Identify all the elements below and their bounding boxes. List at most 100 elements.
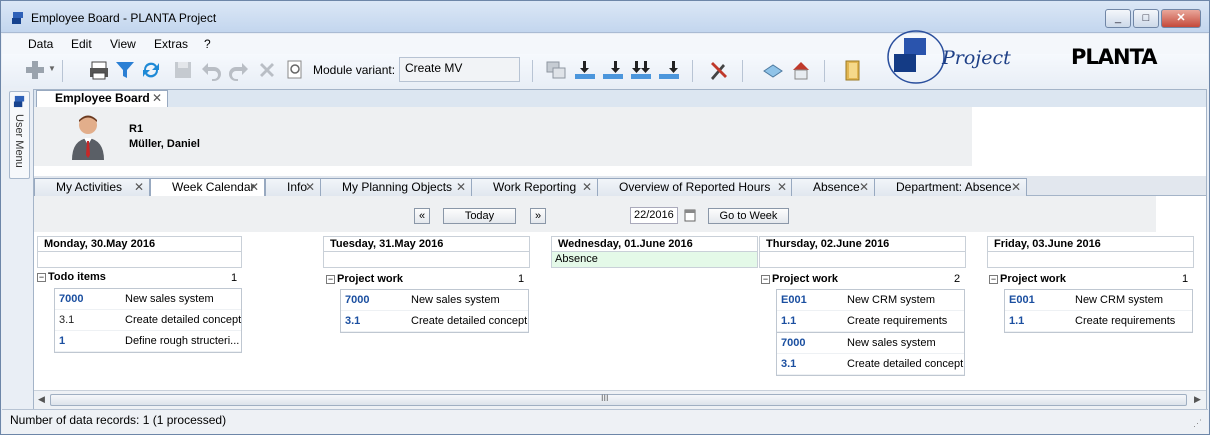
document-tab-label: Employee Board <box>55 91 150 105</box>
menu-data[interactable]: Data <box>28 37 53 51</box>
group-label: Project work <box>772 273 839 285</box>
close-tab-icon[interactable]: ✕ <box>859 179 869 195</box>
go-to-week-button[interactable]: Go to Week <box>708 208 789 224</box>
tab-department-absence[interactable]: Department: Absence ✕ <box>874 178 1027 196</box>
scrollbar-thumb[interactable]: III <box>50 393 1187 406</box>
task-card[interactable]: E001 New CRM system 1.1 Create requirement… <box>1004 289 1193 333</box>
list-item[interactable]: 1.1 Create requirements <box>777 311 964 332</box>
group-todo-items[interactable]: − Todo items <box>37 271 106 283</box>
calendar-picker-icon[interactable] <box>684 207 696 223</box>
close-tab-icon[interactable]: ✕ <box>134 179 144 195</box>
insert-below-icon[interactable] <box>574 59 596 81</box>
insert-level-icon[interactable] <box>602 59 624 81</box>
close-tab-icon[interactable]: ✕ <box>456 179 466 195</box>
collapse-icon[interactable]: − <box>989 274 998 284</box>
group-project-work[interactable]: − Project work <box>326 273 403 285</box>
task-card[interactable]: E001 New CRM system 1.1 Create requirement… <box>776 289 965 333</box>
close-tab-icon[interactable]: ✕ <box>152 91 162 106</box>
task-card[interactable]: 7000 New sales system 3.1 Create detailed … <box>776 332 965 376</box>
list-item[interactable]: 7000 New sales system <box>55 289 241 310</box>
resize-grip-icon[interactable]: ⋰ <box>1193 418 1202 429</box>
tab-my-activities[interactable]: My Activities ✕ <box>34 178 150 196</box>
module-tab-bar: My Activities ✕ Week Calendar ✕ Info ✕ My P… <box>34 176 1206 197</box>
minimize-button[interactable]: _ <box>1105 9 1131 28</box>
week-input[interactable]: 22/2016 <box>630 207 678 224</box>
planta-project-logo: Project <box>887 30 1011 84</box>
menu-view[interactable]: View <box>110 37 136 51</box>
item-code: 1.1 <box>1009 315 1025 327</box>
maximize-button[interactable]: □ <box>1133 9 1159 28</box>
list-item[interactable]: 7000 New sales system <box>341 290 528 311</box>
redo-icon[interactable] <box>228 59 250 81</box>
insert-end-icon[interactable] <box>658 59 680 81</box>
list-item[interactable]: E001 New CRM system <box>1005 290 1192 311</box>
tab-week-calendar[interactable]: Week Calendar ✕ <box>150 178 265 197</box>
close-tab-icon[interactable]: ✕ <box>305 179 315 195</box>
close-tab-icon[interactable]: ✕ <box>777 179 787 195</box>
list-item[interactable]: 1 Define rough structeri... <box>55 331 241 352</box>
today-button[interactable]: Today <box>443 208 516 224</box>
list-item[interactable]: 7000 New sales system <box>777 333 964 354</box>
undo-icon[interactable] <box>200 59 222 81</box>
delete-icon[interactable] <box>256 59 278 81</box>
save-icon[interactable] <box>172 59 194 81</box>
refresh-icon[interactable] <box>140 59 162 81</box>
item-code: 7000 <box>345 294 370 306</box>
document-tab-employee-board[interactable]: Employee Board ✕ <box>36 90 168 107</box>
module-variant-field[interactable]: Create MV <box>399 57 520 82</box>
list-item[interactable]: 3.1 Create detailed concept <box>341 311 528 332</box>
absence-entry[interactable]: Absence <box>551 252 758 268</box>
horizontal-scrollbar[interactable]: ◀ III ▶ <box>34 390 1206 409</box>
filter-icon[interactable] <box>114 59 136 81</box>
calendar-navigation: « Today » 22/2016 Go to Week <box>34 196 1156 232</box>
tab-my-planning-objects[interactable]: My Planning Objects ✕ <box>320 178 472 196</box>
list-item[interactable]: E001 New CRM system <box>777 290 964 311</box>
task-card[interactable]: 7000 New sales system 3.1 Create detailed … <box>54 288 242 353</box>
close-button[interactable]: ✕ <box>1161 9 1201 28</box>
collapse-icon[interactable]: − <box>37 272 46 282</box>
scroll-left-icon[interactable]: ◀ <box>38 394 45 405</box>
next-week-button[interactable]: » <box>530 208 546 224</box>
tab-info[interactable]: Info ✕ <box>265 178 321 196</box>
menu-help[interactable]: ? <box>204 37 211 51</box>
group-label: Project work <box>337 273 404 285</box>
list-item[interactable]: 3.1 Create detailed concept <box>777 354 964 375</box>
item-text: Define rough structeri... <box>125 335 240 347</box>
list-item[interactable]: 1.1 Create requirements <box>1005 311 1192 332</box>
collapse-icon[interactable]: − <box>761 274 770 284</box>
tab-work-reporting[interactable]: Work Reporting ✕ <box>471 178 598 196</box>
home-icon[interactable] <box>790 59 812 81</box>
module-icon[interactable] <box>545 59 567 81</box>
user-menu-tab[interactable]: User Menu <box>9 91 30 179</box>
toolbar-separator <box>532 60 533 82</box>
menu-extras[interactable]: Extras <box>154 37 188 51</box>
preview-icon[interactable] <box>284 59 306 81</box>
collapse-icon[interactable]: − <box>326 274 335 284</box>
folder-icon[interactable] <box>842 59 864 81</box>
status-bar: Number of data records: 1 (1 processed) … <box>2 409 1208 434</box>
tab-absence[interactable]: Absence ✕ <box>791 178 875 196</box>
add-dropdown-icon[interactable]: ▼ <box>48 64 56 73</box>
network-icon[interactable] <box>762 59 784 81</box>
scroll-right-icon[interactable]: ▶ <box>1194 394 1201 405</box>
group-project-work[interactable]: − Project work <box>989 273 1066 285</box>
item-code: E001 <box>781 294 807 306</box>
close-tab-icon[interactable]: ✕ <box>249 179 259 195</box>
close-tab-icon[interactable]: ✕ <box>1011 179 1021 195</box>
add-icon[interactable] <box>24 59 46 81</box>
planta-app-icon <box>12 12 23 24</box>
task-card[interactable]: 7000 New sales system 3.1 Create detailed … <box>340 289 529 333</box>
list-item[interactable]: 3.1 Create detailed concept <box>55 310 241 331</box>
menu-edit[interactable]: Edit <box>71 37 92 51</box>
close-tab-icon[interactable]: ✕ <box>582 179 592 195</box>
tab-label: My Planning Objects <box>342 180 453 194</box>
insert-sub-icon[interactable] <box>630 59 652 81</box>
previous-week-button[interactable]: « <box>414 208 430 224</box>
print-icon[interactable] <box>88 59 110 81</box>
employee-header: R1 Müller, Daniel <box>34 107 972 166</box>
tab-overview-reported-hours[interactable]: Overview of Reported Hours ✕ <box>597 178 793 196</box>
document-area: Employee Board ✕ R1 Müller, Daniel My Ac… <box>33 89 1207 410</box>
group-project-work[interactable]: − Project work <box>761 273 838 285</box>
planta-company-logo: PLANTA <box>1071 45 1158 69</box>
tools-icon[interactable] <box>708 59 730 81</box>
